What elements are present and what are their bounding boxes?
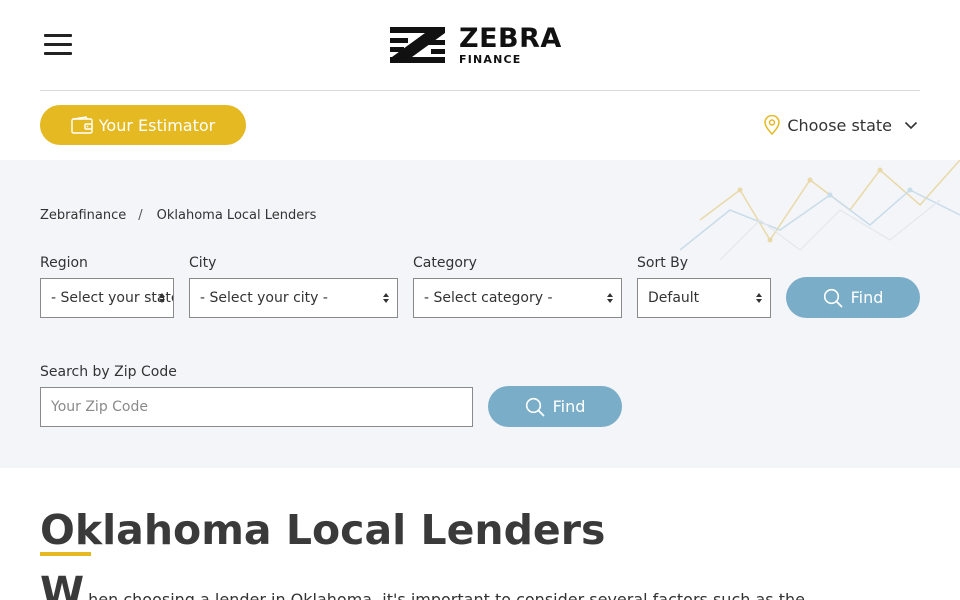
sort-label: Sort By [637,255,689,271]
city-select[interactable]: - Select your city - [189,278,398,318]
location-pin-icon [764,115,781,135]
city-select-value: - Select your city - [200,290,328,306]
chevron-down-icon [904,121,918,129]
select-arrows-icon [607,293,613,303]
city-label: City [189,255,217,271]
intro-dropcap: W [40,572,85,600]
breadcrumb-current: Oklahoma Local Lenders [156,208,317,223]
search-icon [823,288,843,307]
estimator-button[interactable]: Your Estimator [40,105,246,145]
search-panel: Zebrafinance / Oklahoma Local Lenders Re… [0,160,960,468]
zip-label: Search by Zip Code [40,364,177,380]
menu-icon[interactable] [44,33,72,57]
state-label: Choose state [787,115,892,135]
title-underline [40,552,91,556]
category-select-value: - Select category - [424,290,553,306]
region-select-value: - Select your state - [51,290,173,306]
intro-text: hen choosing a lender in Oklahoma, it's … [88,590,805,600]
zip-find-button[interactable]: Find [488,386,622,427]
zip-find-button-label: Find [552,397,586,416]
breadcrumb-home-link[interactable]: Zebrafinance [40,208,126,223]
zip-code-input[interactable] [40,387,473,427]
select-arrows-icon [159,293,165,303]
top-header: ZEBRA FINANCE [0,0,960,90]
page-title: Oklahoma Local Lenders [40,506,606,554]
category-label: Category [413,255,477,271]
region-label: Region [40,255,88,271]
select-arrows-icon [756,293,762,303]
search-icon [525,397,545,416]
intro-paragraph: When choosing a lender in Oklahoma, it's… [40,572,920,600]
select-arrows-icon [383,293,389,303]
decorative-chart-background [679,160,960,261]
sub-header: Your Estimator Choose state [0,91,960,160]
state-selector[interactable]: Choose state [763,115,918,135]
breadcrumb: Zebrafinance / Oklahoma Local Lenders [40,208,316,223]
sort-select[interactable]: Default [637,278,771,318]
category-select[interactable]: - Select category - [413,278,622,318]
estimator-label: Your Estimator [98,115,216,135]
wallet-icon [71,116,93,134]
find-button-label: Find [850,288,884,307]
breadcrumb-separator: / [138,208,143,223]
logo-subtitle: FINANCE [459,53,522,66]
logo[interactable]: ZEBRA FINANCE [390,23,562,66]
sort-select-value: Default [648,290,700,306]
zebra-logo-icon [390,27,445,63]
region-select[interactable]: - Select your state - [40,278,174,318]
logo-title: ZEBRA [459,23,562,54]
find-button[interactable]: Find [786,277,920,318]
